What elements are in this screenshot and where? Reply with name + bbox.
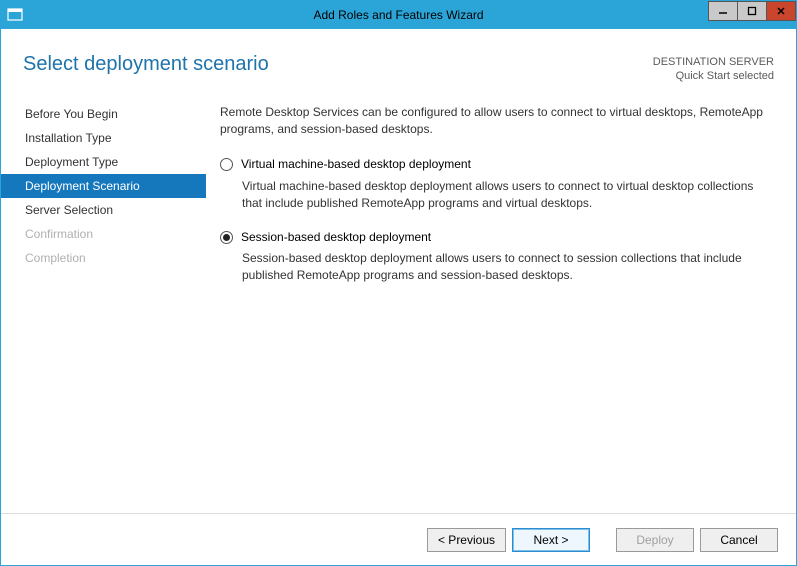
page-title: Select deployment scenario — [23, 53, 653, 76]
window-controls — [709, 1, 796, 21]
sidebar-item-completion: Completion — [1, 246, 206, 270]
radio-session[interactable] — [220, 231, 233, 244]
wizard-window: Add Roles and Features Wizard Select dep… — [0, 0, 797, 566]
sidebar-item-installation-type[interactable]: Installation Type — [1, 126, 206, 150]
destination-value: Quick Start selected — [653, 69, 774, 83]
option-session-label: Session-based desktop deployment — [241, 229, 431, 246]
minimize-button[interactable] — [708, 1, 738, 21]
sidebar-item-deployment-type[interactable]: Deployment Type — [1, 150, 206, 174]
deploy-button: Deploy — [616, 528, 694, 552]
sidebar-item-confirmation: Confirmation — [1, 222, 206, 246]
option-session[interactable]: Session-based desktop deployment — [220, 229, 774, 246]
header: Select deployment scenario DESTINATION S… — [1, 29, 796, 92]
option-vm-label: Virtual machine-based desktop deployment — [241, 156, 471, 173]
next-button[interactable]: Next > — [512, 528, 590, 552]
previous-button[interactable]: < Previous — [427, 528, 506, 552]
sidebar-item-before-you-begin[interactable]: Before You Begin — [1, 102, 206, 126]
app-icon — [7, 7, 23, 23]
destination-label: DESTINATION SERVER — [653, 55, 774, 69]
sidebar-item-server-selection[interactable]: Server Selection — [1, 198, 206, 222]
titlebar: Add Roles and Features Wizard — [1, 1, 796, 29]
close-button[interactable] — [766, 1, 796, 21]
destination-block: DESTINATION SERVER Quick Start selected — [653, 55, 774, 84]
content: Remote Desktop Services can be configure… — [206, 92, 774, 513]
footer: < Previous Next > Deploy Cancel — [1, 513, 796, 565]
window-title: Add Roles and Features Wizard — [1, 8, 796, 22]
sidebar: Before You Begin Installation Type Deplo… — [1, 92, 206, 513]
main-row: Before You Begin Installation Type Deplo… — [1, 92, 796, 513]
intro-text: Remote Desktop Services can be configure… — [220, 104, 774, 139]
option-vm-description: Virtual machine-based desktop deployment… — [242, 178, 772, 213]
option-vm[interactable]: Virtual machine-based desktop deployment — [220, 156, 774, 173]
maximize-button[interactable] — [737, 1, 767, 21]
sidebar-item-deployment-scenario[interactable]: Deployment Scenario — [1, 174, 206, 198]
radio-vm[interactable] — [220, 158, 233, 171]
option-session-description: Session-based desktop deployment allows … — [242, 250, 772, 285]
client-area: Select deployment scenario DESTINATION S… — [1, 29, 796, 565]
cancel-button[interactable]: Cancel — [700, 528, 778, 552]
